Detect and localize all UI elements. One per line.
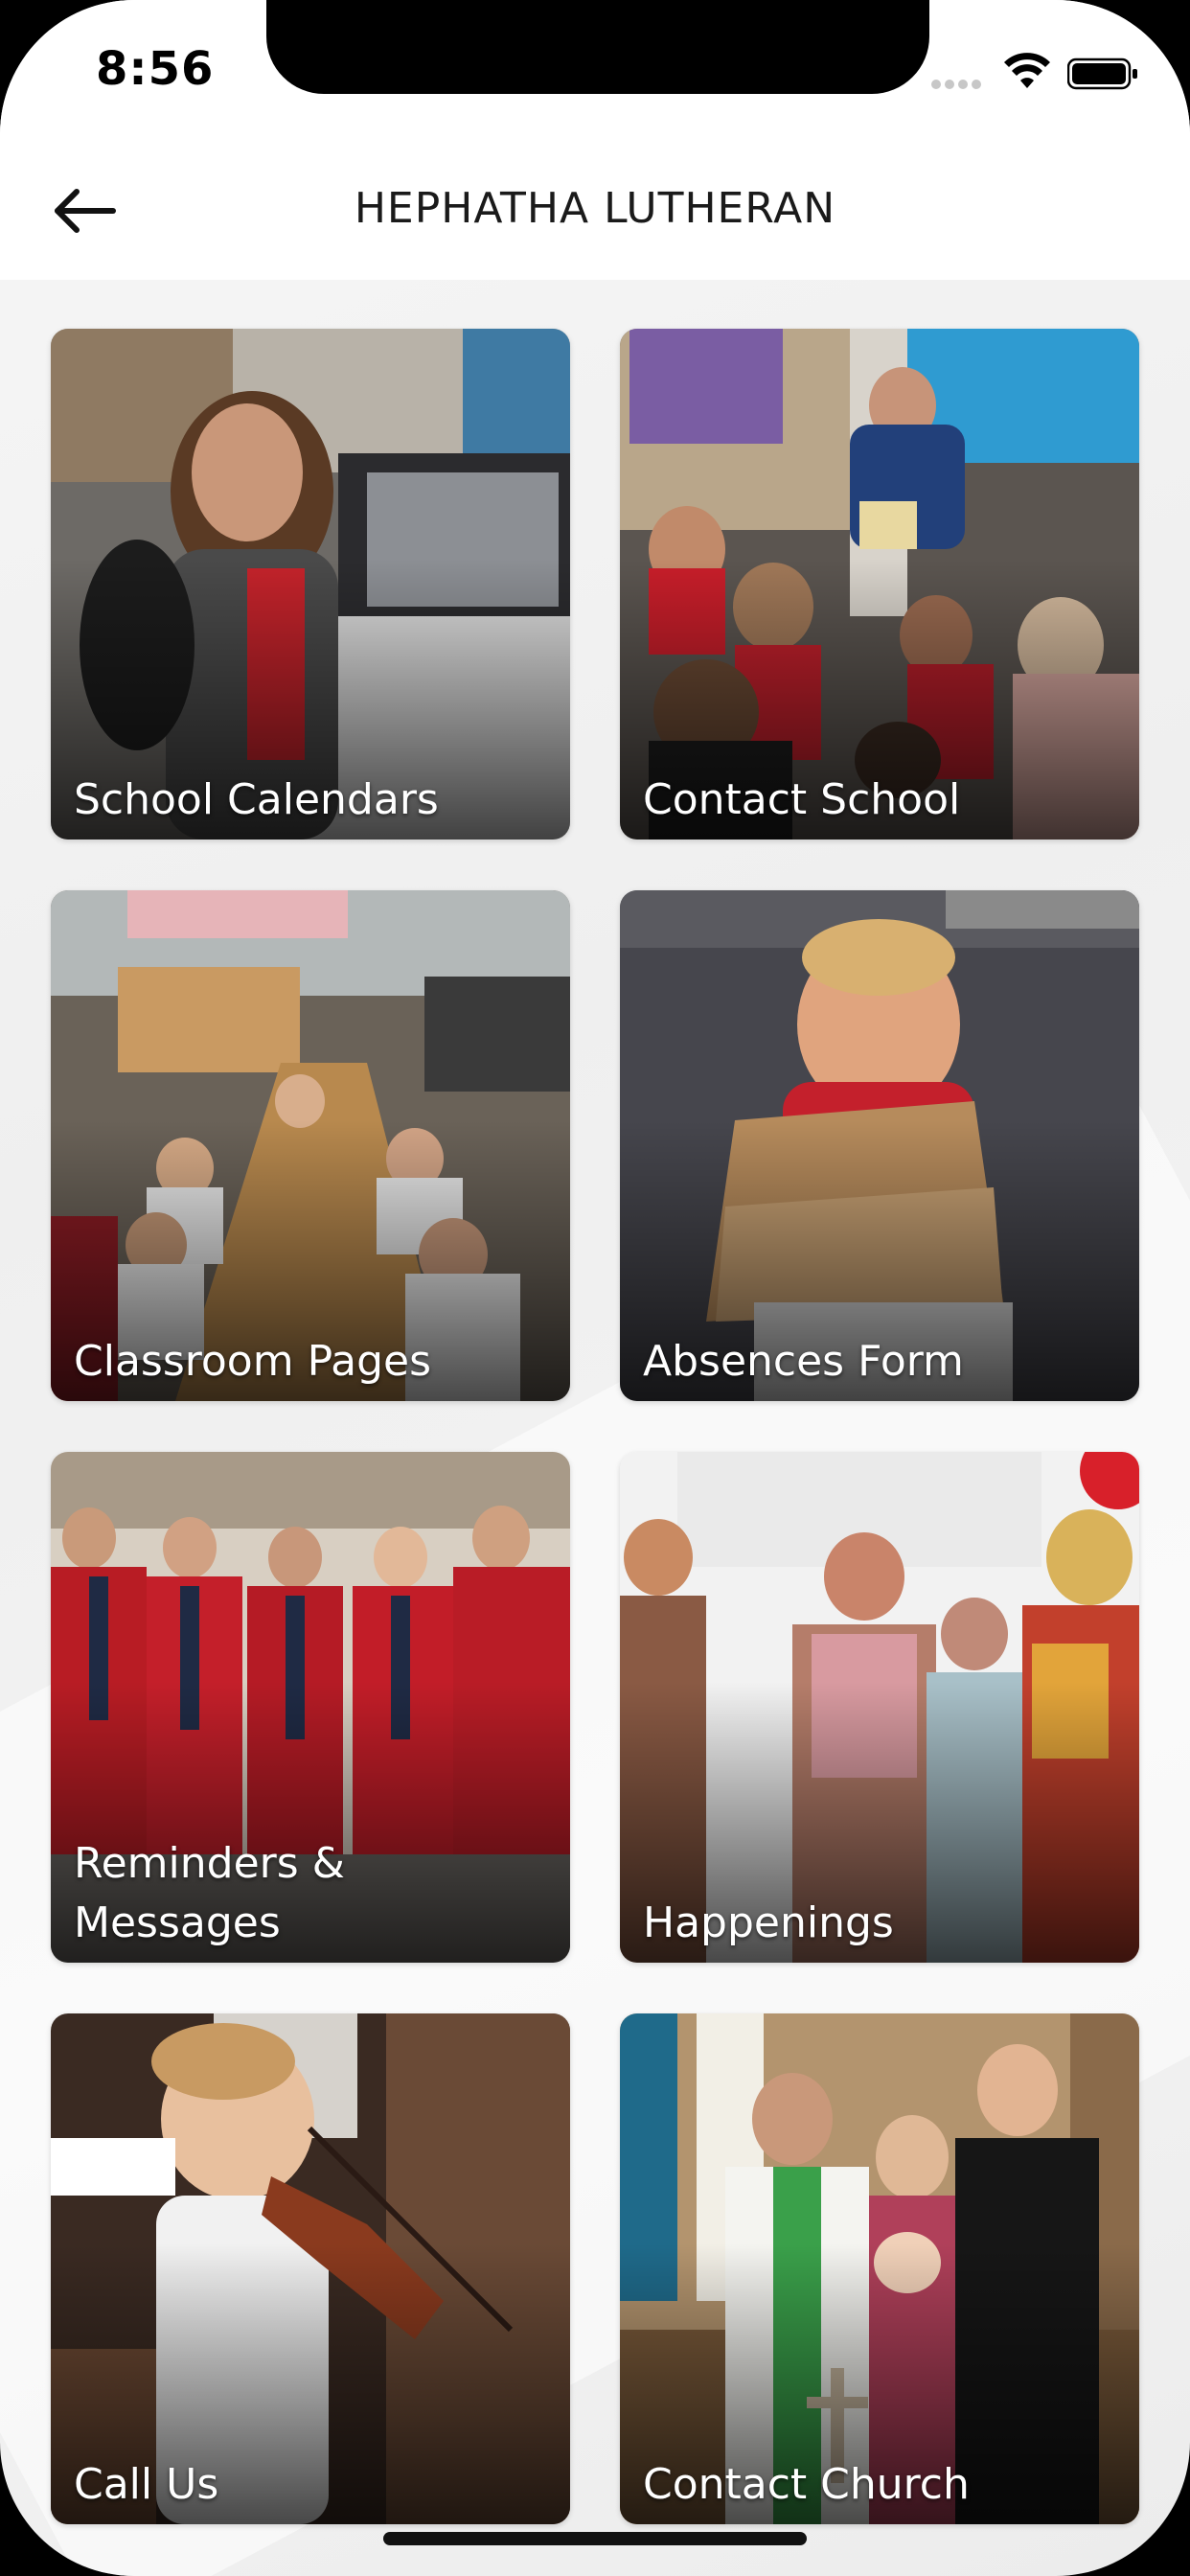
cellular-signal-icon <box>931 75 989 89</box>
nav-header: HEPHATHA LUTHERAN <box>0 144 1190 280</box>
tile-label: School Calendars <box>74 775 439 824</box>
page-title: HEPHATHA LUTHERAN <box>354 184 836 233</box>
tile-school-calendars[interactable]: School Calendars <box>51 329 570 840</box>
status-bar: 8:56 <box>0 0 1190 144</box>
app-screen: 8:56 HEPHATHA LUTHERAN School Calendars … <box>0 0 1190 2576</box>
status-time: 8:56 <box>96 42 215 96</box>
device-notch <box>266 0 929 94</box>
tile-label: Absences Form <box>643 1337 964 1386</box>
tile-label: Classroom Pages <box>74 1337 432 1386</box>
tile-contact-church[interactable]: Contact Church <box>620 2013 1139 2524</box>
tile-reminders-messages[interactable]: Reminders & Messages <box>51 1452 570 1963</box>
home-indicator[interactable] <box>383 2532 807 2545</box>
tile-absences-form[interactable]: Absences Form <box>620 890 1139 1401</box>
menu-grid: School Calendars Contact School Classroo… <box>51 329 1139 2524</box>
tile-happenings[interactable]: Happenings <box>620 1452 1139 1963</box>
tile-label: Reminders & Messages <box>74 1839 345 1947</box>
tile-contact-school[interactable]: Contact School <box>620 329 1139 840</box>
battery-icon <box>1067 58 1137 90</box>
tile-label: Happenings <box>643 1898 894 1947</box>
tile-label: Contact Church <box>643 2460 970 2509</box>
tile-call-us[interactable]: Call Us <box>51 2013 570 2524</box>
wifi-icon <box>1004 53 1050 88</box>
tile-label: Contact School <box>643 775 961 824</box>
tile-label: Call Us <box>74 2460 219 2509</box>
tile-classroom-pages[interactable]: Classroom Pages <box>51 890 570 1401</box>
